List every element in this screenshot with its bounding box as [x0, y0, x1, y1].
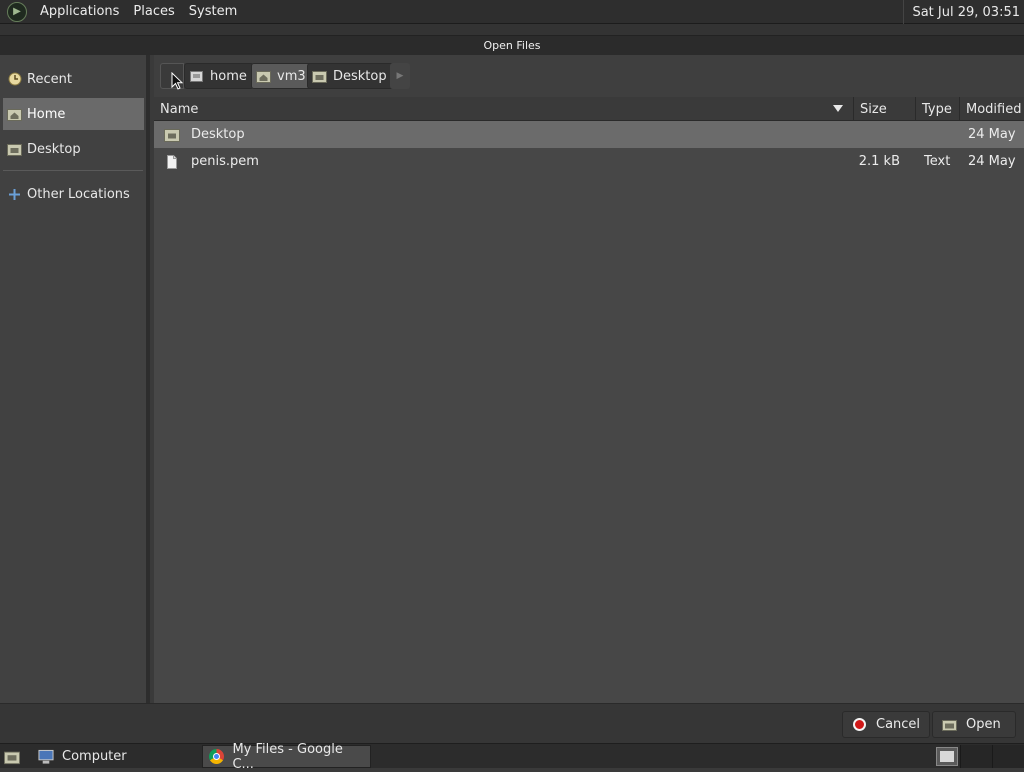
- file-icon: [164, 154, 180, 169]
- taskbar-window-chrome[interactable]: My Files - Google C...: [202, 742, 371, 772]
- sidebar-divider: [3, 170, 143, 171]
- column-label: Name: [160, 101, 199, 117]
- column-label: Modified: [966, 101, 1022, 117]
- crumb-home[interactable]: home: [184, 63, 254, 89]
- sidebar-item-desktop[interactable]: Desktop: [3, 133, 144, 165]
- recent-icon: [7, 72, 22, 86]
- file-list: Name Size Type Modified Desktop 24 May p…: [154, 97, 1024, 703]
- open-folder-icon: [942, 717, 957, 732]
- sidebar-item-label: Other Locations: [27, 186, 130, 202]
- sidebar-item-label: Recent: [27, 71, 72, 87]
- folder-icon: [164, 128, 180, 142]
- desktop-folder-icon: [312, 70, 327, 83]
- column-label: Type: [922, 101, 952, 117]
- top-panel: ▶ Applications Places System Sat Jul 29,…: [0, 0, 1024, 24]
- system-menu[interactable]: System: [182, 0, 244, 24]
- places-menu[interactable]: Places: [126, 0, 181, 24]
- chrome-icon: [209, 749, 225, 765]
- mouse-cursor-icon: [171, 72, 183, 90]
- plus-icon: [7, 188, 22, 201]
- path-bar: home vm3 Desktop ▶: [154, 55, 1024, 97]
- desktop-folder-icon: [4, 749, 20, 765]
- dialog-title: Open Files: [0, 35, 1024, 55]
- computer-icon: [38, 749, 54, 765]
- column-modified-header[interactable]: Modified: [960, 97, 1024, 121]
- menu-logo-icon[interactable]: ▶: [7, 1, 27, 22]
- drive-icon: [189, 70, 204, 83]
- file-row[interactable]: penis.pem 2.1 kB Text 24 May: [154, 148, 1024, 175]
- show-desktop-icon-left[interactable]: [0, 745, 32, 768]
- clock[interactable]: Sat Jul 29, 03:51: [903, 0, 1020, 24]
- home-icon: [7, 108, 22, 121]
- show-desktop-button[interactable]: [936, 747, 958, 766]
- column-name-header[interactable]: Name: [154, 97, 854, 121]
- sidebar-item-other-locations[interactable]: Other Locations: [3, 178, 144, 210]
- window-frame-strip: [0, 24, 1024, 35]
- path-scroll-right-button[interactable]: ▶: [390, 63, 410, 89]
- column-size-header[interactable]: Size: [854, 97, 916, 121]
- applications-menu[interactable]: Applications: [33, 0, 126, 24]
- file-modified: 24 May: [968, 154, 1016, 169]
- cancel-button[interactable]: Cancel: [842, 711, 931, 738]
- sidebar-item-home[interactable]: Home: [3, 98, 144, 130]
- list-header: Name Size Type Modified: [154, 97, 1024, 121]
- dialog-button-bar: Cancel Open: [0, 703, 1024, 743]
- desktop-folder-icon: [7, 143, 22, 156]
- button-label: Cancel: [876, 717, 921, 732]
- file-name: penis.pem: [191, 154, 259, 169]
- open-button[interactable]: Open: [932, 711, 1016, 738]
- cancel-icon: [852, 717, 867, 732]
- file-modified: 24 May: [968, 127, 1016, 142]
- places-sidebar: Recent Home Desktop Other Locations: [0, 55, 150, 703]
- column-label: Size: [860, 101, 887, 117]
- sidebar-item-label: Home: [27, 106, 66, 122]
- crumb-desktop[interactable]: Desktop: [307, 63, 394, 89]
- column-type-header[interactable]: Type: [916, 97, 960, 121]
- workspace-2[interactable]: [992, 745, 1024, 768]
- workspace-1[interactable]: [960, 745, 992, 768]
- file-type: Text: [924, 154, 951, 169]
- task-label: Computer: [62, 749, 127, 764]
- crumb-label: Desktop: [333, 68, 387, 84]
- crumb-label: vm3: [277, 68, 306, 84]
- taskbar-computer[interactable]: Computer: [32, 745, 133, 768]
- button-label: Open: [966, 717, 1001, 732]
- bottom-taskbar: Computer My Files - Google C...: [0, 742, 1024, 772]
- file-name: Desktop: [191, 127, 245, 142]
- crumb-vm3[interactable]: vm3: [251, 63, 313, 89]
- sidebar-item-label: Desktop: [27, 141, 81, 157]
- file-row[interactable]: Desktop 24 May: [154, 121, 1024, 148]
- task-label: My Files - Google C...: [232, 741, 343, 772]
- sort-down-icon: [833, 105, 843, 112]
- crumb-label: home: [210, 68, 247, 84]
- home-icon: [256, 70, 271, 83]
- sidebar-item-recent[interactable]: Recent: [3, 63, 144, 95]
- file-size: 2.1 kB: [858, 154, 900, 169]
